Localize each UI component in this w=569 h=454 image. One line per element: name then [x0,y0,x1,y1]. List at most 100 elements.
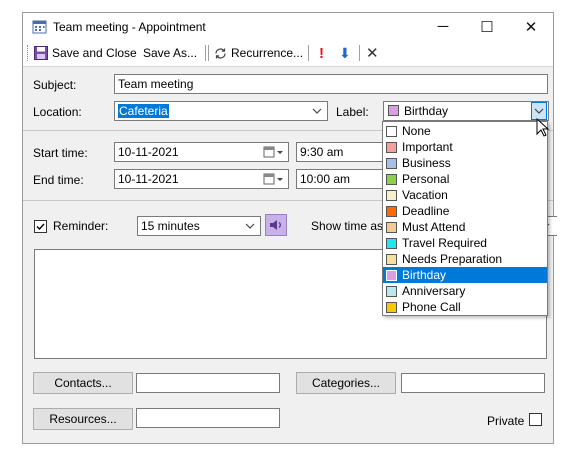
reminder-checkbox[interactable] [34,220,47,233]
close-icon: ✕ [524,18,538,36]
save-icon [34,46,48,60]
arrow-down-icon: ⬇ [339,44,351,61]
subject-value: Team meeting [118,77,194,91]
toolbar-separator [308,45,309,61]
label-combo[interactable]: Birthday [383,101,549,121]
resources-button[interactable]: Resources... [33,408,133,430]
toolbar-separator [359,45,360,61]
color-swatch [386,237,397,249]
start-date-value: 10-11-2021 [118,145,179,159]
resources-button-label: Resources... [49,412,117,426]
calendar-dropdown-icon[interactable] [262,171,286,187]
color-swatch [386,301,397,313]
recurrence-label: Recurrence... [231,46,304,60]
label-option-deadline[interactable]: Deadline [383,203,547,219]
delete-icon: ✕ [366,45,379,62]
label-option-anniversary[interactable]: Anniversary [383,283,547,299]
location-value: Cafeteria [118,104,169,118]
label-option-vacation[interactable]: Vacation [383,187,547,203]
chevron-down-icon[interactable] [309,103,325,119]
location-combo[interactable]: Cafeteria [114,101,328,121]
save-and-close-button[interactable]: Save and Close [34,44,137,62]
color-swatch [386,205,397,217]
resources-field[interactable] [136,408,280,428]
color-swatch [386,221,397,233]
show-time-as-label: Show time as: [311,219,387,233]
color-swatch [386,253,397,265]
option-label: Needs Preparation [402,252,503,266]
start-time-value: 9:30 am [300,145,344,159]
close-window-button[interactable]: ✕ [509,13,553,40]
start-date-picker[interactable]: 10-11-2021 [114,142,289,162]
save-and-close-label: Save and Close [52,46,137,60]
color-swatch [386,269,397,281]
label-option-important[interactable]: Important [383,139,547,155]
label-value: Birthday [404,104,449,118]
color-swatch [386,157,397,169]
contacts-field[interactable] [136,373,280,393]
recurrence-button[interactable]: Recurrence... [214,44,303,62]
option-label: Must Attend [402,220,466,234]
calendar-icon [32,20,47,34]
calendar-dropdown-icon[interactable] [262,144,286,160]
exclamation-icon: ! [319,44,324,62]
end-time-combo[interactable]: 10:00 am [296,169,384,189]
label-option-needs-preparation[interactable]: Needs Preparation [383,251,547,267]
reminder-combo[interactable]: 15 minutes [137,216,261,236]
label-option-business[interactable]: Business [383,155,547,171]
maximize-button[interactable]: ☐ [465,13,509,40]
label-swatch [388,105,399,116]
mouse-cursor-icon [536,118,550,137]
label-option-phone-call[interactable]: Phone Call [383,299,547,315]
end-time-label: End time: [33,173,84,187]
chevron-down-icon[interactable] [242,218,258,234]
color-swatch [386,173,397,185]
toolbar-separator [205,45,206,61]
categories-button[interactable]: Categories... [296,372,396,394]
start-time-label: Start time: [33,146,88,160]
contacts-button-label: Contacts... [54,376,112,390]
low-importance-button[interactable]: ⬇ [339,44,351,62]
toolbar: Save and Close Save As... Recurrence... … [23,40,553,67]
end-date-picker[interactable]: 10-11-2021 [114,169,289,189]
reminder-value: 15 minutes [141,219,200,233]
option-label: Personal [402,172,450,186]
subject-field[interactable]: Team meeting [114,74,548,94]
save-as-button[interactable]: Save As... [143,44,197,62]
end-date-value: 10-11-2021 [118,172,179,186]
recurrence-icon [215,47,226,59]
chevron-down-icon [534,108,544,114]
reminder-label: Reminder: [53,219,109,233]
color-swatch [386,285,397,297]
label-option-none[interactable]: None [383,123,547,139]
minimize-icon: ─ [437,18,449,35]
high-importance-button[interactable]: ! [319,44,324,62]
label-dropdown-list: None Important Business Personal Vacatio… [382,121,548,316]
label-option-personal[interactable]: Personal [383,171,547,187]
window-title: Team meeting - Appointment [53,20,206,34]
start-time-combo[interactable]: 9:30 am [296,142,384,162]
option-label: Anniversary [402,284,466,298]
save-as-label: Save As... [143,46,198,60]
color-swatch [386,189,397,201]
color-swatch [386,141,397,153]
reminder-sound-button[interactable] [265,214,287,236]
option-label: Business [402,156,451,170]
location-label: Location: [33,105,82,119]
option-label: None [402,124,431,138]
minimize-button[interactable]: ─ [421,13,465,40]
label-label: Label: [336,105,369,119]
private-checkbox[interactable] [529,413,542,426]
label-option-must-attend[interactable]: Must Attend [383,219,547,235]
delete-button[interactable]: ✕ [366,44,379,62]
categories-field[interactable] [401,373,545,393]
label-option-birthday[interactable]: Birthday [383,267,547,283]
option-label: Travel Required [402,236,487,250]
contacts-button[interactable]: Contacts... [33,372,133,394]
title-bar: Team meeting - Appointment ─ ☐ ✕ [23,13,553,40]
categories-button-label: Categories... [311,376,381,390]
toolbar-grip[interactable] [27,45,30,61]
label-option-travel-required[interactable]: Travel Required [383,235,547,251]
option-label: Vacation [402,188,448,202]
option-label: Deadline [402,204,450,218]
